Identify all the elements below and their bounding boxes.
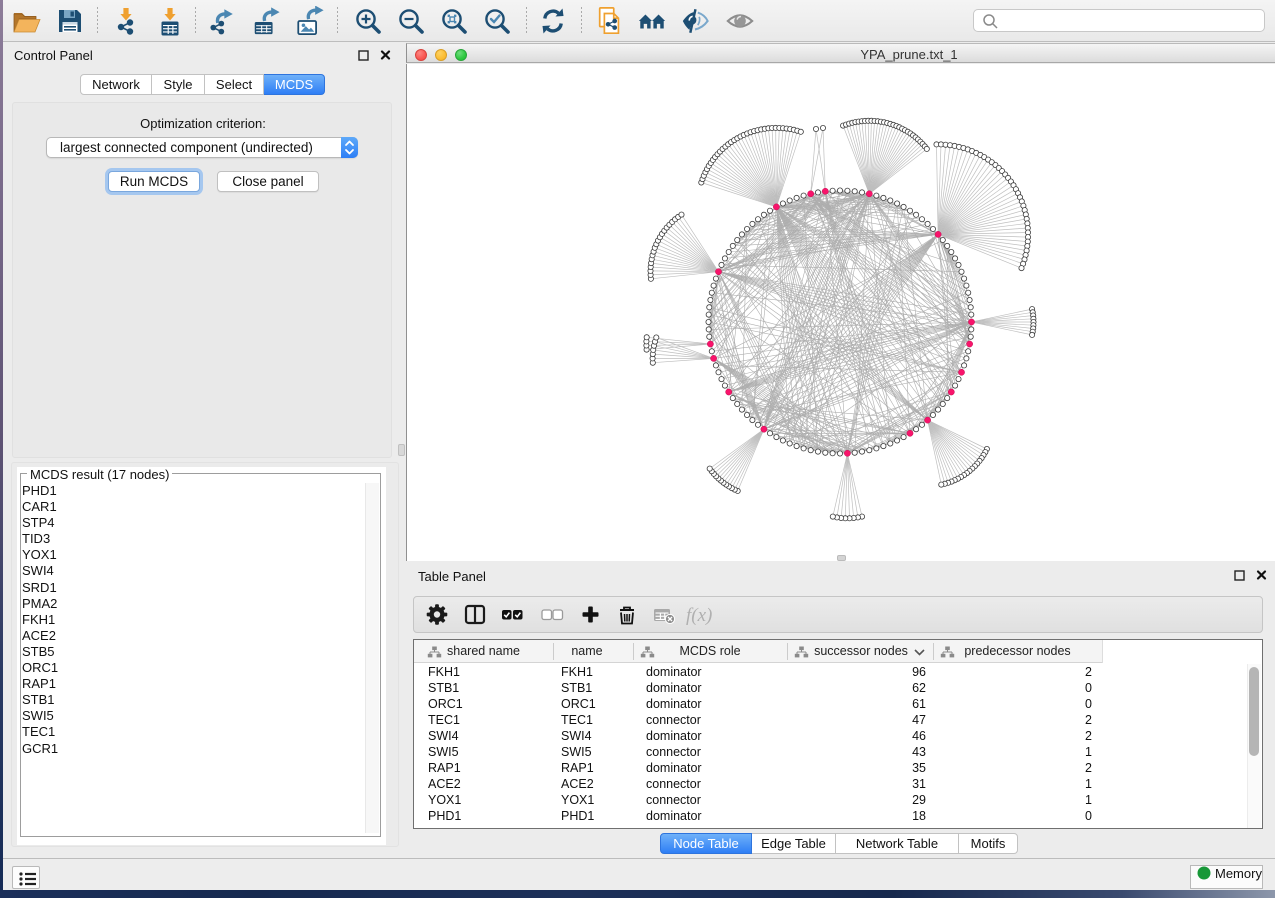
svg-text:f(x): f(x) [686,605,712,626]
